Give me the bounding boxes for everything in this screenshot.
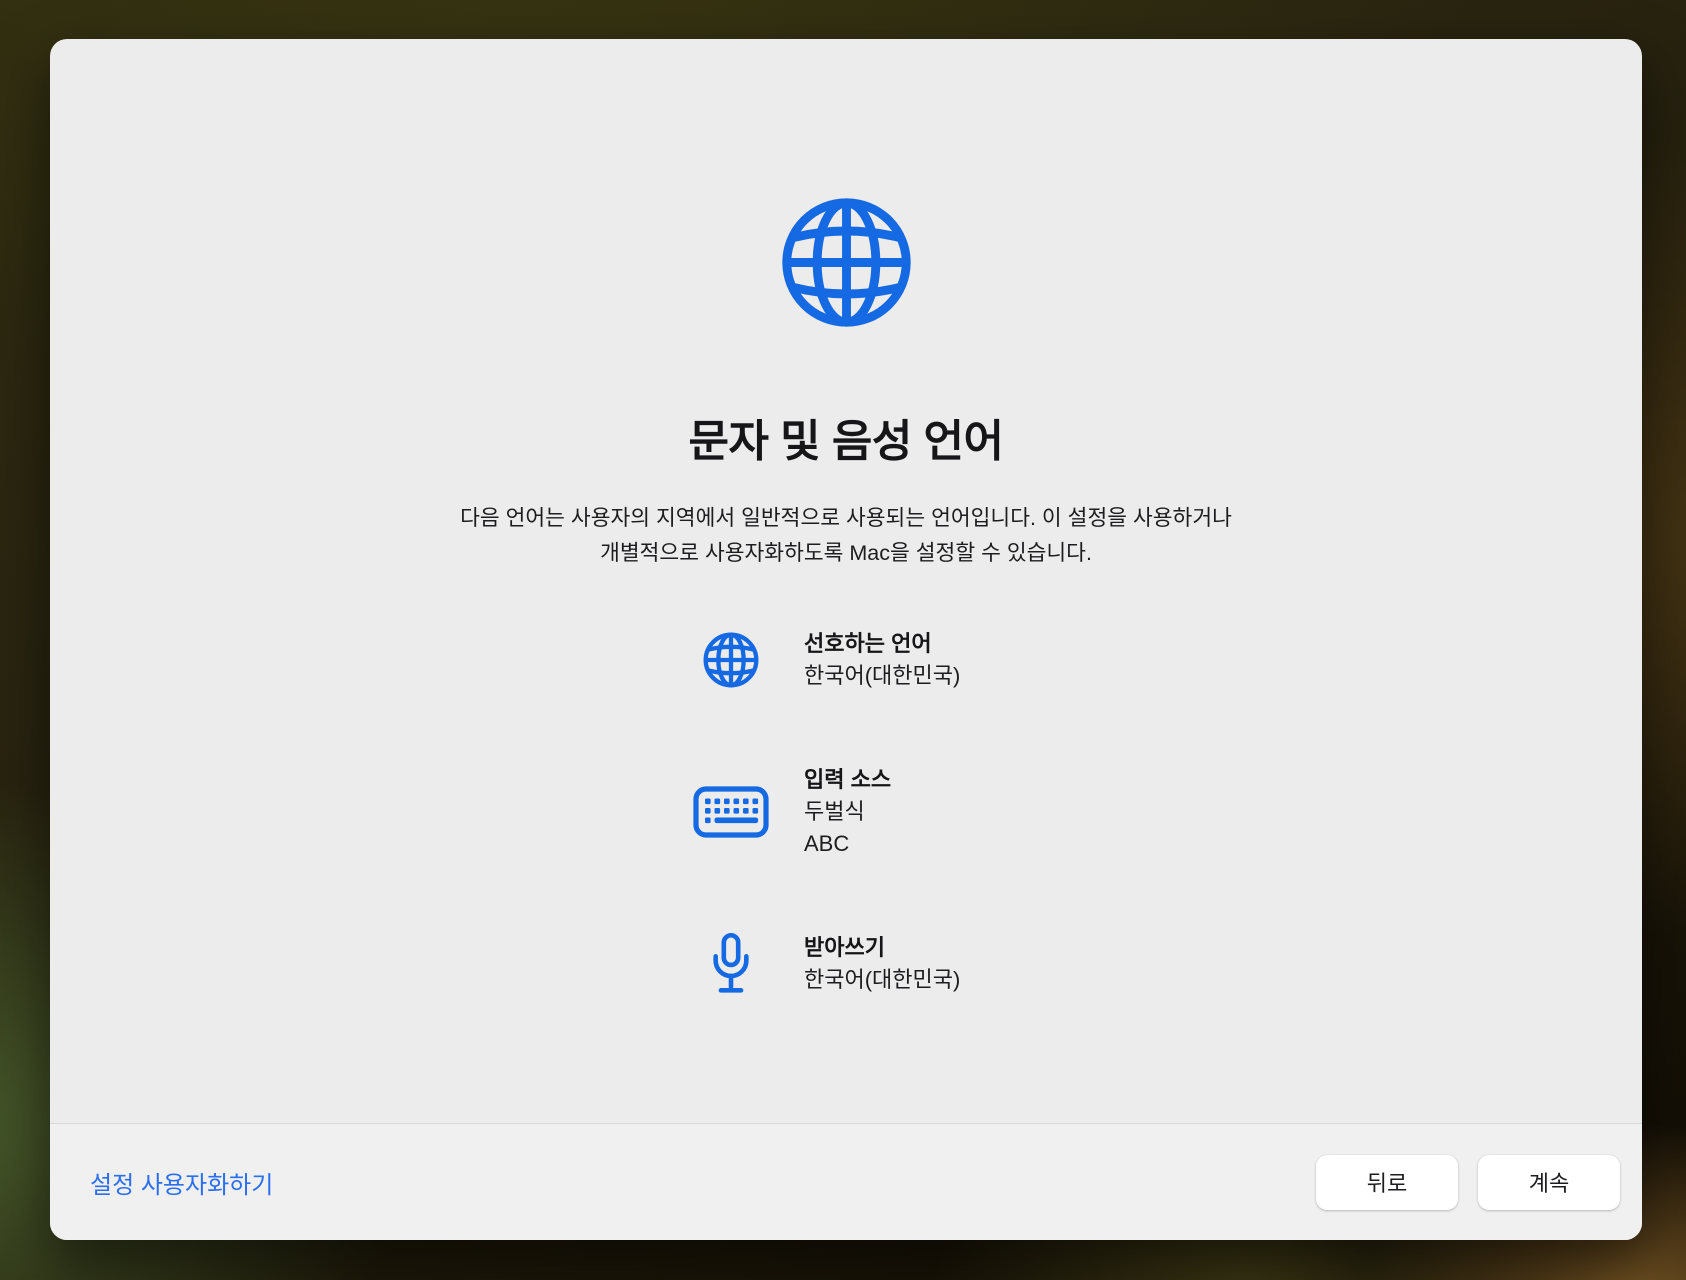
hero-section: 문자 및 음성 언어 다음 언어는 사용자의 지역에서 일반적으로 사용되는 언…	[50, 193, 1642, 571]
preferred-language-row: 선호하는 언어 한국어(대한민국)	[693, 628, 960, 692]
page-title: 문자 및 음성 언어	[50, 405, 1642, 469]
setup-assistant-dialog: 문자 및 음성 언어 다음 언어는 사용자의 지역에서 일반적으로 사용되는 언…	[50, 39, 1642, 1240]
continue-button[interactable]: 계속	[1478, 1155, 1620, 1210]
dictation-label: 받아쓰기	[804, 932, 960, 964]
back-button[interactable]: 뒤로	[1316, 1155, 1458, 1210]
preferred-language-text: 선호하는 언어 한국어(대한민국)	[804, 628, 960, 692]
footer-buttons: 뒤로 계속	[1316, 1155, 1620, 1210]
dictation-value: 한국어(대한민국)	[804, 964, 960, 996]
page-description: 다음 언어는 사용자의 지역에서 일반적으로 사용되는 언어입니다. 이 설정을…	[50, 501, 1642, 571]
preferred-language-value: 한국어(대한민국)	[804, 660, 960, 692]
input-sources-label: 입력 소스	[804, 764, 891, 796]
preferred-language-label: 선호하는 언어	[804, 628, 960, 660]
page-description-line1: 다음 언어는 사용자의 지역에서 일반적으로 사용되는 언어입니다. 이 설정을…	[460, 506, 1232, 530]
microphone-icon	[693, 932, 769, 996]
input-sources-row: 입력 소스 두벌식 ABC	[693, 764, 960, 860]
customize-settings-link[interactable]: 설정 사용자화하기	[90, 1165, 273, 1200]
footer-bar: 설정 사용자화하기 뒤로 계속	[50, 1123, 1642, 1240]
globe-icon	[693, 630, 769, 690]
globe-icon	[777, 193, 916, 332]
dictation-row: 받아쓰기 한국어(대한민국)	[693, 932, 960, 996]
input-sources-text: 입력 소스 두벌식 ABC	[804, 764, 891, 860]
dictation-text: 받아쓰기 한국어(대한민국)	[804, 932, 960, 996]
desktop-background: 문자 및 음성 언어 다음 언어는 사용자의 지역에서 일반적으로 사용되는 언…	[0, 0, 1686, 1280]
input-source-value-dubeolsik: 두벌식	[804, 796, 891, 828]
input-source-value-abc: ABC	[804, 828, 891, 860]
keyboard-icon	[693, 786, 769, 838]
language-settings-list: 선호하는 언어 한국어(대한민국)	[693, 628, 960, 1068]
page-description-line2: 개별적으로 사용자화하도록 Mac을 설정할 수 있습니다.	[600, 541, 1092, 565]
